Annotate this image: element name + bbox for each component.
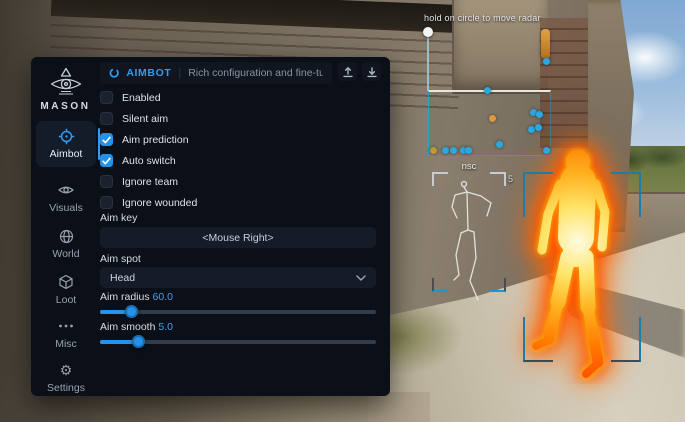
checkbox-label: Ignore team [122, 176, 178, 188]
row-auto-switch[interactable]: Auto switch [100, 154, 376, 167]
skeleton-distance: 5 [508, 174, 513, 184]
section-header: AIMBOT | Rich configuration and fine-tun… [100, 62, 332, 84]
import-config-button[interactable] [362, 62, 381, 81]
radar-handle-line [427, 37, 429, 91]
radar-dot-orange [489, 115, 496, 122]
check-icon [102, 157, 111, 165]
radar-dot-blue [450, 147, 457, 154]
ellipsis-icon [58, 318, 74, 334]
radar-dot-blue [536, 111, 543, 118]
checkbox-label: Enabled [122, 92, 161, 104]
player-box-corner-bottom-right [611, 317, 641, 362]
globe-icon [59, 228, 74, 244]
checkbox-label: Ignore wounded [122, 197, 197, 209]
upload-icon [342, 66, 354, 78]
sidebar-item-world[interactable]: World [36, 223, 96, 265]
gear-icon: ⚙ [60, 362, 73, 378]
sidebar-item-label: Visuals [49, 202, 83, 214]
radar-dot-blue [465, 147, 472, 154]
slider-value: 5.0 [158, 321, 173, 333]
radar-dot-blue [543, 147, 550, 154]
crosshair-icon [58, 128, 75, 144]
section-subtitle: Rich configuration and fine-tuning [188, 67, 323, 79]
skeleton-player-name: nsc [432, 161, 506, 172]
radar-dot-blue [535, 124, 542, 131]
check-icon [102, 136, 111, 144]
header-divider: | [178, 67, 181, 79]
sidebar: MASON Aimbot Visuals [31, 57, 100, 396]
radar-dot-yellow [430, 147, 437, 154]
checkbox-silent-aim[interactable] [100, 112, 113, 125]
checkbox-auto-switch[interactable] [100, 154, 113, 167]
player-box-corner-top-right [611, 172, 641, 217]
eye-icon [58, 182, 74, 198]
slider-value: 60.0 [153, 291, 173, 303]
sidebar-item-settings[interactable]: ⚙ Settings [36, 357, 96, 399]
radar-dot-blue [484, 87, 491, 94]
row-ignore-wounded[interactable]: Ignore wounded [100, 196, 376, 209]
content-area: AIMBOT | Rich configuration and fine-tun… [100, 57, 390, 396]
player-box-corner-bottom-left [523, 317, 553, 362]
crate-icon [58, 274, 74, 290]
checkbox-aim-prediction[interactable] [100, 133, 113, 146]
sidebar-item-label: Aimbot [50, 148, 83, 160]
radar-dot-blue [543, 58, 550, 65]
slider-label: Aim smooth [100, 321, 155, 333]
export-config-button[interactable] [338, 62, 357, 81]
aim-spot-label: Aim spot [100, 253, 376, 265]
sidebar-item-label: World [52, 248, 79, 260]
row-enabled[interactable]: Enabled [100, 91, 376, 104]
row-silent-aim[interactable]: Silent aim [100, 112, 376, 125]
row-aim-prediction[interactable]: Aim prediction [100, 133, 376, 146]
orange-post-marker [541, 29, 550, 59]
checkbox-label: Auto switch [122, 155, 176, 167]
slider-handle[interactable] [125, 305, 138, 318]
aim-key-bind-button[interactable]: <Mouse Right> [100, 227, 376, 248]
aim-spot-value: Head [110, 272, 135, 284]
slider-handle[interactable] [132, 335, 145, 348]
ring-icon [109, 67, 119, 79]
brand-name: MASON [40, 101, 90, 112]
skeleton-wireframe [432, 176, 506, 306]
checkbox-ignore-wounded[interactable] [100, 196, 113, 209]
brand-logo: MASON [31, 67, 100, 112]
download-icon [366, 66, 378, 78]
aim-spot-select[interactable]: Head [100, 267, 376, 288]
checkbox-enabled[interactable] [100, 91, 113, 104]
sidebar-item-misc[interactable]: Misc [36, 313, 96, 355]
sidebar-item-label: Loot [56, 294, 76, 306]
radar-panel[interactable] [428, 90, 551, 156]
aim-key-label: Aim key [100, 212, 376, 224]
aim-radius-slider[interactable] [100, 305, 376, 318]
checkbox-ignore-team[interactable] [100, 175, 113, 188]
section-title: AIMBOT [126, 67, 171, 79]
masonic-eye-icon [48, 67, 84, 97]
sidebar-item-loot[interactable]: Loot [36, 269, 96, 311]
player-box-corner-top-left [523, 172, 553, 217]
sidebar-item-visuals[interactable]: Visuals [36, 177, 96, 219]
radar-tooltip: hold on circle to move radar [424, 13, 541, 23]
aim-smooth-label: Aim smooth 5.0 [100, 321, 376, 333]
radar-dot-blue [528, 126, 535, 133]
radar-dot-blue [442, 147, 449, 154]
slider-track[interactable] [100, 310, 376, 314]
game-screen: nsc 5 hold on circle to move radar [0, 0, 685, 422]
radar-drag-handle[interactable] [423, 27, 433, 37]
checkbox-label: Silent aim [122, 113, 168, 125]
sidebar-item-label: Misc [55, 338, 77, 350]
aim-radius-label: Aim radius 60.0 [100, 291, 376, 303]
chevron-down-icon [356, 275, 366, 281]
cheat-menu-panel: MASON Aimbot Visuals [31, 57, 390, 396]
row-ignore-team[interactable]: Ignore team [100, 175, 376, 188]
checkbox-label: Aim prediction [122, 134, 189, 146]
slider-label: Aim radius [100, 291, 150, 303]
radar-dot-blue [496, 141, 503, 148]
checkbox-list: Enabled Silent aim Aim prediction Auto s… [100, 91, 376, 217]
sidebar-item-aimbot[interactable]: Aimbot [36, 121, 96, 167]
sidebar-item-label: Settings [47, 382, 85, 394]
aim-smooth-slider[interactable] [100, 335, 376, 348]
